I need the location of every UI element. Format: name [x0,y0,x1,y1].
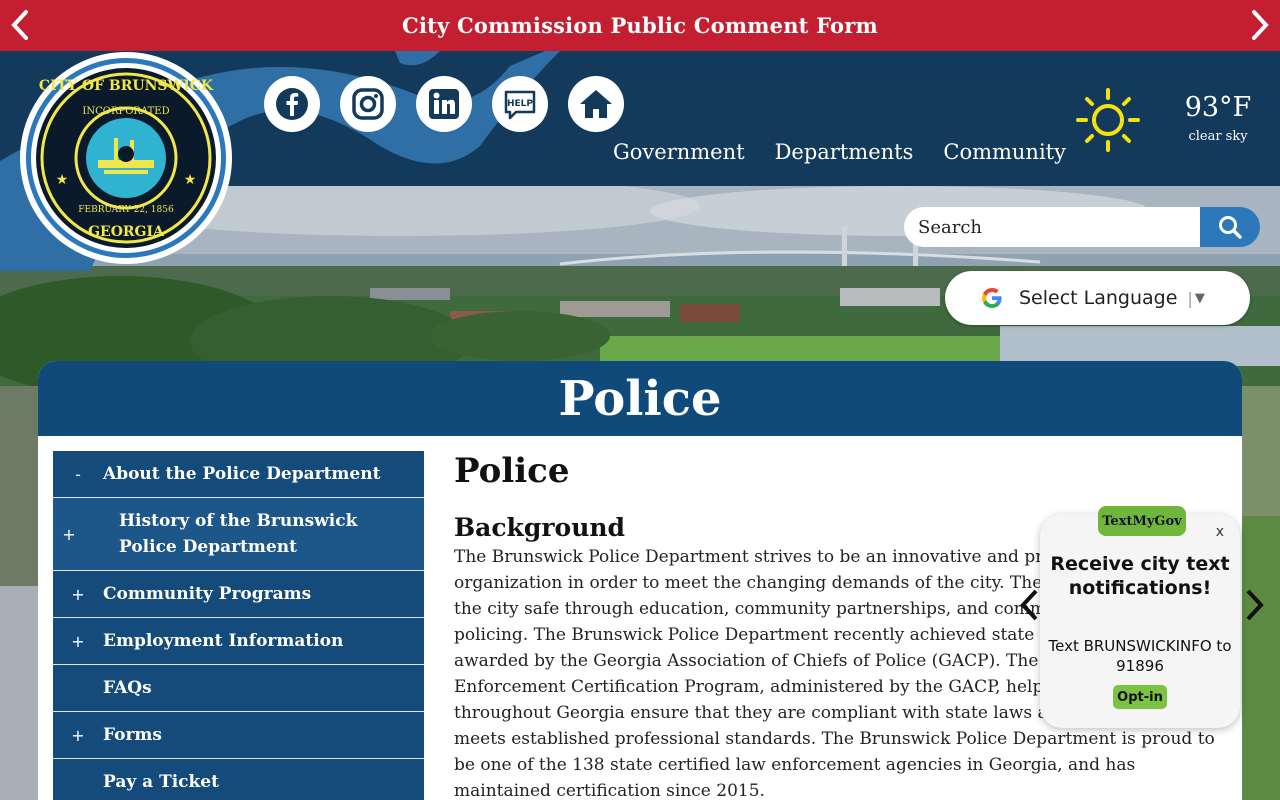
sidebar-item-about[interactable]: - About the Police Department [53,451,424,498]
popup-headline: Receive city text notifications! [1050,553,1230,599]
nav-community[interactable]: Community [943,140,1066,164]
page-title: Police [454,451,570,491]
star-icon: ★ [184,172,197,188]
search-button[interactable] [1200,207,1260,247]
seal-text-date: FEBRUARY 22, 1856 [78,205,174,215]
facebook-button[interactable] [264,76,320,132]
alert-link[interactable]: City Commission Public Comment Form [402,13,878,38]
expand-icon[interactable]: + [53,726,103,745]
alert-bar: City Commission Public Comment Form [0,0,1280,51]
sidebar-item-label: Pay a Ticket [103,772,219,792]
weather-temperature: 93°F [1184,92,1252,123]
sidebar-item-employment[interactable]: + Employment Information [53,618,424,665]
svg-text:HELP: HELP [507,99,533,109]
facebook-icon [276,88,308,120]
language-label: Select Language [1019,287,1178,309]
social-links: HELP [264,76,624,132]
nav-government[interactable]: Government [613,140,745,164]
search-input[interactable] [904,207,1200,247]
search-icon [1219,216,1242,239]
sidebar-item-label: FAQs [103,678,152,698]
page-banner-title: Police [558,370,722,427]
seal-text-bottom: GEORGIA [88,224,165,240]
sidebar-item-label: Forms [103,725,162,745]
sidebar-item-faqs[interactable]: FAQs [53,665,424,712]
language-select[interactable]: Select Language | ▼ [945,271,1250,325]
collapse-icon[interactable]: - [53,465,103,484]
sidebar-nav: - About the Police Department + History … [53,451,424,800]
help-icon: HELP [504,90,536,120]
sun-icon [1076,88,1140,152]
instagram-button[interactable] [340,76,396,132]
chevron-left-icon[interactable] [6,8,36,42]
sidebar-item-community-programs[interactable]: + Community Programs [53,571,424,618]
language-separator: | [1187,288,1193,308]
chevron-left-icon[interactable] [1018,588,1042,622]
expand-icon[interactable]: + [53,632,103,651]
textmygov-popup: TextMyGov x Receive city text notificati… [1040,506,1240,728]
opt-in-button[interactable]: Opt-in [1113,685,1167,709]
home-button[interactable] [568,76,624,132]
nav-departments[interactable]: Departments [775,140,914,164]
google-icon [982,288,1002,308]
main-nav: Government Departments Community [613,140,1066,164]
expand-icon[interactable]: + [53,585,103,604]
sidebar-item-label: Employment Information [103,631,344,651]
sidebar-item-history[interactable]: + History of the Brunswick Police Depart… [53,498,424,571]
linkedin-icon [429,89,459,119]
sidebar-item-pay-ticket[interactable]: Pay a Ticket [53,759,424,800]
star-icon: ★ [56,172,69,188]
search-bar [904,207,1260,247]
sidebar-item-forms[interactable]: + Forms [53,712,424,759]
sidebar-item-label: About the Police Department [103,464,381,484]
chevron-right-icon[interactable] [1244,8,1274,42]
city-seal-logo[interactable]: CITY OF BRUNSWICK INCORPORATED FEBRUARY … [18,50,234,266]
sidebar-item-label: Community Programs [103,584,312,604]
close-icon[interactable]: x [1216,524,1224,540]
textmygov-logo: TextMyGov [1098,506,1186,536]
linkedin-button[interactable] [416,76,472,132]
seal-text-inner: INCORPORATED [82,106,169,117]
sidebar-item-label: History of the Brunswick Police Departme… [119,511,358,557]
instagram-icon [352,88,384,120]
caret-down-icon: ▼ [1194,290,1205,306]
seal-text-top: CITY OF BRUNSWICK [39,78,214,94]
help-button[interactable]: HELP [492,76,548,132]
chevron-right-icon[interactable] [1242,588,1266,622]
popup-instruction: Text BRUNSWICKINFO to 91896 [1048,637,1232,675]
page-banner: Police [38,361,1242,436]
expand-icon[interactable]: + [53,525,85,544]
home-icon [580,90,612,118]
weather-description: clear sky [1188,129,1248,144]
